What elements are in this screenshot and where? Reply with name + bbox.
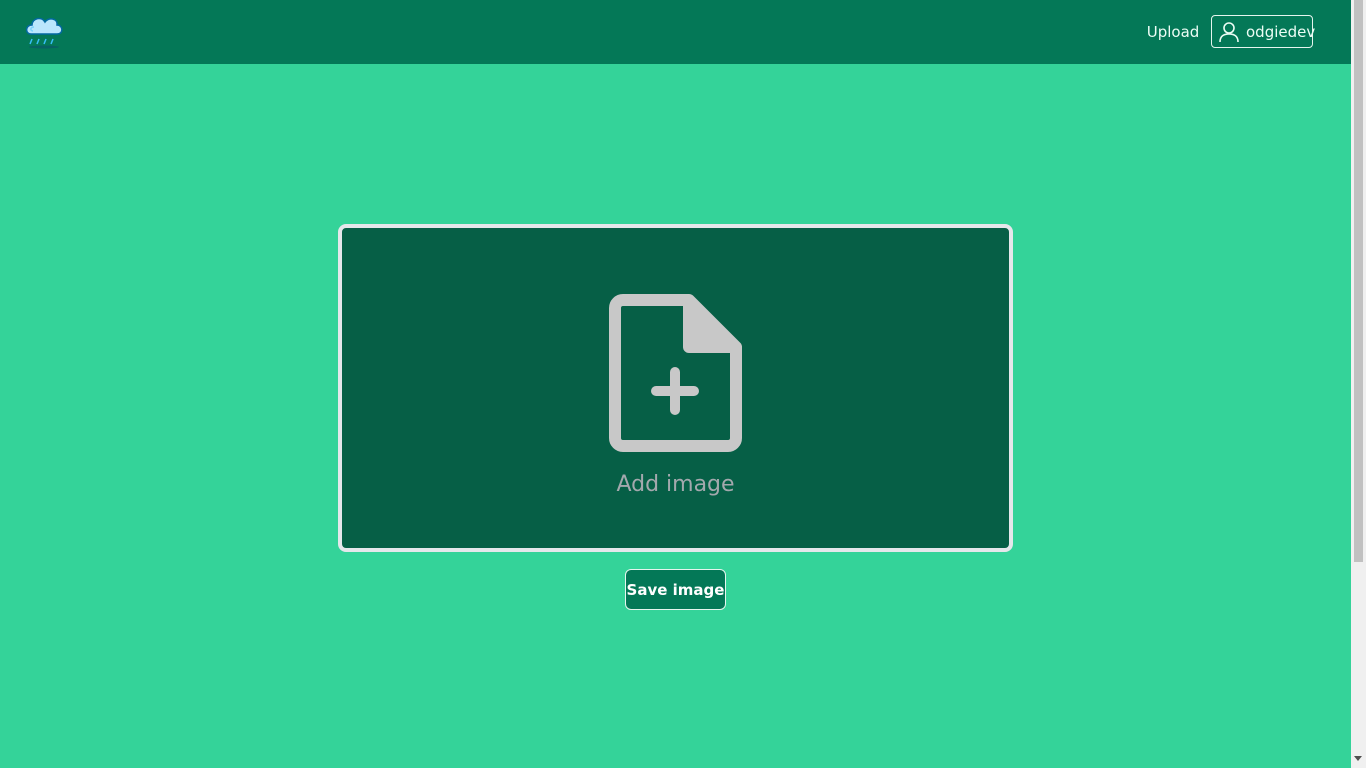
file-plus-icon (609, 294, 742, 452)
upload-link[interactable]: Upload (1140, 0, 1206, 64)
vertical-scrollbar[interactable] (1351, 0, 1366, 768)
navbar: Upload odgiedev (0, 0, 1351, 64)
scrollbar-thumb[interactable] (1354, 0, 1363, 562)
username-label: odgiedev (1246, 22, 1316, 41)
user-menu-button[interactable]: odgiedev (1211, 15, 1316, 48)
add-image-label: Add image (616, 472, 735, 497)
scroll-down-arrow-icon[interactable] (1354, 756, 1362, 761)
page: Upload odgiedev Add image Save image (0, 0, 1351, 768)
image-dropzone[interactable]: Add image (338, 224, 1013, 552)
cloud-rain-logo-icon[interactable] (22, 12, 66, 50)
save-image-button[interactable]: Save image (625, 569, 726, 610)
user-icon (1219, 21, 1239, 42)
